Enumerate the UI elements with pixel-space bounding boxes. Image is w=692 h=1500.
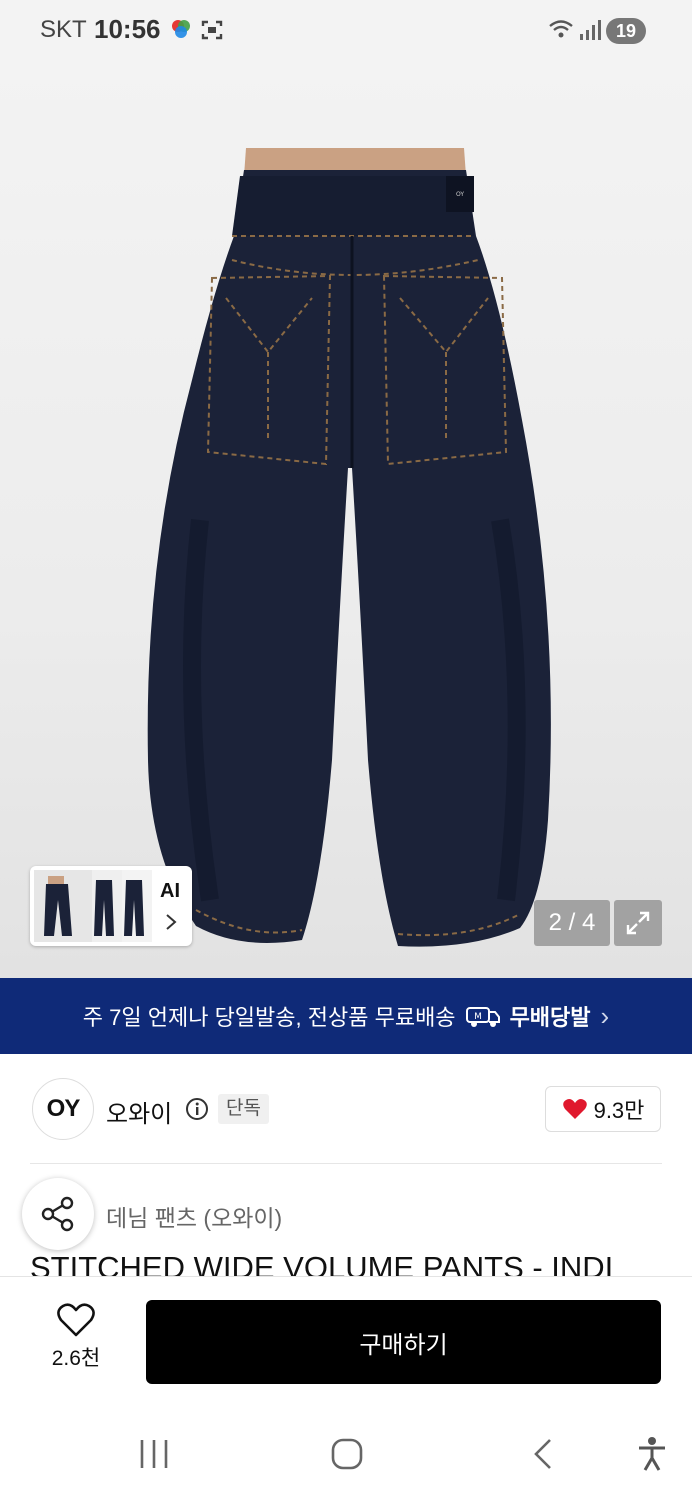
ai-label: AI (160, 880, 180, 902)
wishlist-count: 2.6천 (51, 1347, 101, 1370)
ai-thumbnail-button[interactable]: AI (30, 866, 192, 946)
home-nav-icon[interactable] (330, 1438, 364, 1470)
brand-like-button[interactable]: 9.3만 (545, 1086, 661, 1132)
clock: 10:56 (94, 14, 161, 44)
recent-apps-icon[interactable] (138, 1438, 172, 1470)
product-image-gallery[interactable]: OY (0, 62, 692, 978)
wifi-icon (549, 20, 573, 38)
share-icon (41, 1196, 74, 1232)
expand-icon (626, 911, 650, 935)
exclusive-badge: 단독 (218, 1094, 269, 1124)
buy-button[interactable]: 구매하기 (146, 1300, 661, 1384)
accessibility-icon[interactable] (636, 1436, 668, 1472)
product-photo: OY (147, 148, 551, 947)
image-page-indicator: 2 / 4 (534, 900, 610, 946)
signal-icon (580, 20, 601, 40)
status-bar: SKT 10:56 19 (0, 0, 692, 62)
banner-text: 주 7일 언제나 당일발송, 전상품 무료배송 (82, 1005, 456, 1030)
thumbnail-images (34, 870, 152, 942)
battery-indicator: 19 (606, 18, 646, 44)
app-notification-icon (172, 20, 190, 38)
banner-badge: 무배당발 (509, 1005, 591, 1030)
delivery-truck-icon: M (465, 1007, 500, 1027)
brand-name[interactable]: 오와이 (106, 1094, 172, 1129)
back-nav-icon[interactable] (530, 1438, 556, 1470)
brand-logo[interactable]: OY (32, 1078, 94, 1140)
screen-capture-icon (201, 20, 223, 40)
share-button[interactable] (22, 1178, 94, 1250)
chevron-right-icon (166, 914, 177, 930)
wishlist-button[interactable]: 2.6천 (44, 1302, 108, 1372)
banner-chevron: › (600, 1000, 610, 1031)
shipping-banner[interactable]: 주 7일 언제나 당일발송, 전상품 무료배송 M 무배당발 › (0, 978, 692, 1054)
product-category[interactable]: 데님 팬츠 (오와이) (106, 1199, 282, 1233)
system-nav-bar (0, 1406, 692, 1500)
expand-image-button[interactable] (614, 900, 662, 946)
info-icon[interactable] (185, 1097, 209, 1121)
heart-outline-icon (57, 1303, 95, 1337)
brand-like-count: 9.3만 (593, 1098, 645, 1123)
svg-text:M: M (474, 1012, 482, 1022)
carrier-label: SKT (40, 16, 87, 43)
divider (30, 1163, 662, 1164)
heart-filled-icon (562, 1099, 587, 1119)
svg-text:OY: OY (456, 191, 464, 198)
